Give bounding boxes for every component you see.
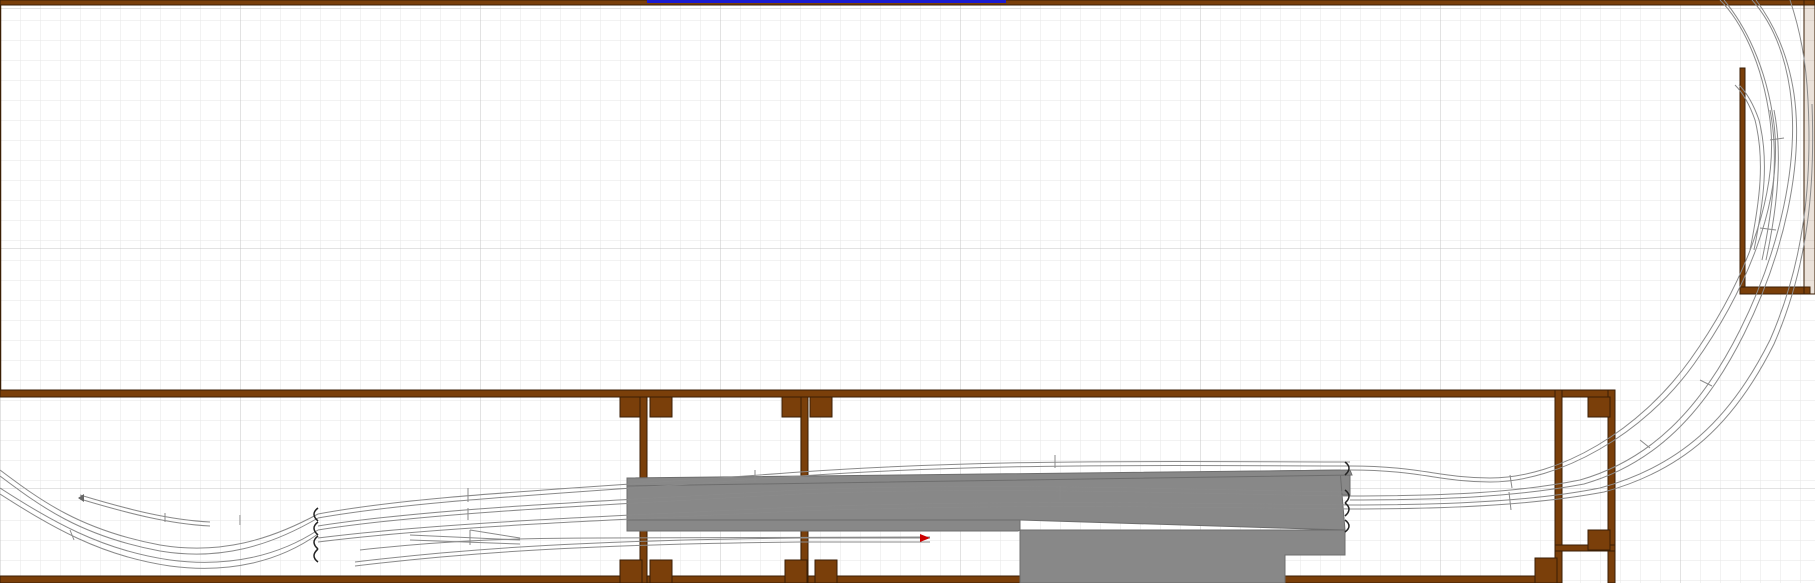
layout-canvas [0,0,1815,583]
